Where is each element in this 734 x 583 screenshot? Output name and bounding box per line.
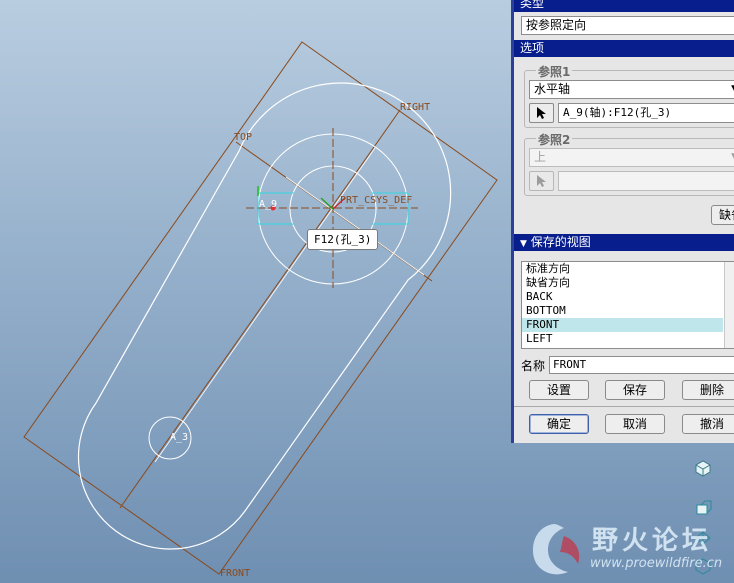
watermark-title: 野火论坛: [592, 526, 713, 556]
reference2-combo-value: 上: [534, 150, 547, 164]
orientation-dialog: 类型 按参照定向 选项 参照1 水平轴 ▼ A_9(轴):F12(孔_3) 参照…: [511, 0, 734, 443]
type-combo[interactable]: 按参照定向: [521, 16, 734, 35]
flame-logo-icon: [532, 524, 580, 575]
divider: [514, 406, 734, 407]
datum-label-front[interactable]: FRONT: [220, 568, 250, 579]
reference1-combo-value: 水平轴: [534, 82, 571, 96]
watermark: 野火论坛 www.proewildfire.cn: [520, 516, 734, 583]
reference2-selection-field[interactable]: [558, 171, 734, 191]
list-item[interactable]: BACK: [522, 290, 723, 304]
view-cube-icon[interactable]: [692, 457, 714, 479]
type-combo-value: 按参照定向: [526, 18, 587, 32]
reference1-selection-field[interactable]: A_9(轴):F12(孔_3): [558, 103, 734, 123]
set-button[interactable]: 设置: [529, 380, 589, 400]
ok-button[interactable]: 确定: [529, 414, 589, 434]
cancel-button[interactable]: 取消: [605, 414, 665, 434]
type-section-header: 类型: [514, 0, 734, 12]
part-outline[interactable]: [77, 82, 452, 550]
list-item[interactable]: LEFT: [522, 332, 723, 346]
reference1-title: 参照1: [536, 63, 573, 80]
reference1-pick-button[interactable]: [529, 103, 554, 123]
arrow-cursor-icon: [536, 107, 546, 119]
default-button[interactable]: 缺省: [711, 205, 734, 225]
reference2-pick-button[interactable]: [529, 171, 554, 191]
collapse-triangle-icon: ▼: [520, 239, 527, 249]
reference2-combo[interactable]: 上 ▼: [529, 148, 734, 167]
saved-views-section-header[interactable]: ▼ 保存的视图: [514, 234, 734, 251]
undo-button[interactable]: 撤消: [682, 414, 734, 434]
name-label: 名称: [521, 359, 546, 373]
watermark-url: www.proewildfire.cn: [590, 556, 723, 571]
reference2-title: 参照2: [536, 131, 573, 148]
axis-label-a3[interactable]: A_3: [170, 432, 188, 443]
list-item[interactable]: 标准方向: [522, 262, 723, 276]
right-datum-line[interactable]: [119, 109, 401, 509]
saved-views-list[interactable]: 标准方向 缺省方向 BACK BOTTOM FRONT LEFT: [521, 261, 734, 349]
list-item[interactable]: 缺省方向: [522, 276, 723, 290]
reference1-combo[interactable]: 水平轴 ▼: [529, 80, 734, 99]
selection-callout: F12(孔_3): [307, 229, 379, 250]
options-section-header: 选项: [514, 40, 734, 57]
list-item-selected[interactable]: FRONT: [522, 318, 723, 332]
list-item[interactable]: BOTTOM: [522, 304, 723, 318]
axis-label-a9[interactable]: A_9: [259, 199, 277, 210]
arrow-cursor-icon: [536, 175, 546, 187]
save-button[interactable]: 保存: [605, 380, 665, 400]
datum-label-top[interactable]: TOP: [234, 132, 252, 143]
list-scrollbar[interactable]: [724, 262, 734, 348]
delete-button[interactable]: 删除: [682, 380, 734, 400]
saved-views-section-title: 保存的视图: [530, 235, 591, 249]
csys-label[interactable]: PRT_CSYS_DEF: [340, 195, 412, 206]
view-name-input[interactable]: FRONT: [549, 356, 734, 374]
datum-label-right[interactable]: RIGHT: [400, 102, 430, 113]
